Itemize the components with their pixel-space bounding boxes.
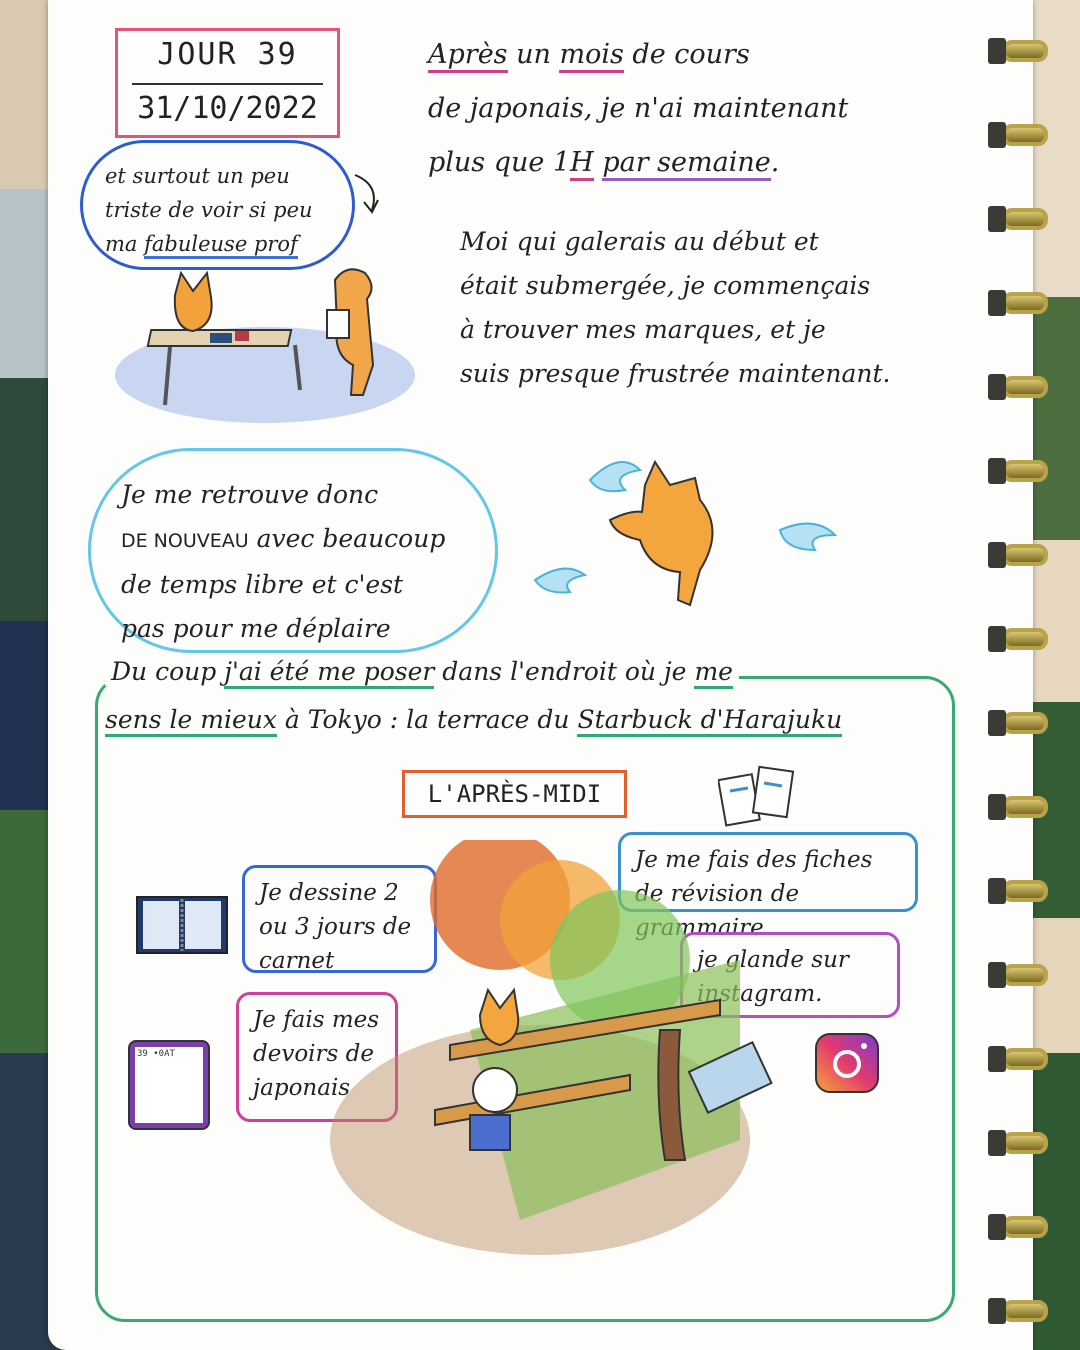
- instagram-icon: [815, 1033, 879, 1093]
- green-word-starbuck: Starbuck d'Harajuku: [577, 705, 843, 737]
- bubble-line: et surtout un peu: [105, 164, 290, 188]
- day-date: 31/10/2022: [137, 91, 318, 126]
- spiral-ring: [1002, 544, 1048, 566]
- green-text-span: dans l'endroit où je: [434, 657, 695, 686]
- cloud-line: de temps libre et c'est: [121, 570, 404, 599]
- bubble-line: ma fabuleuse prof: [105, 227, 330, 261]
- fox-studying-illustration: [115, 268, 415, 423]
- day-divider: [132, 83, 323, 85]
- spiral-ring: [1002, 40, 1048, 62]
- spiral-ring: [1002, 124, 1048, 146]
- binding-hole: [988, 1130, 1006, 1156]
- binding-hole: [988, 1298, 1006, 1324]
- day-number: JOUR 39: [157, 37, 298, 72]
- para2-line: suis presque frustrée maintenant.: [460, 359, 891, 388]
- spiral-ring: [1002, 208, 1048, 230]
- binding-hole: [988, 794, 1006, 820]
- intro-word-h: H: [570, 147, 594, 181]
- spiral-ring: [1002, 1216, 1048, 1238]
- intro-word-apres: Après: [428, 39, 508, 73]
- binding-hole: [988, 626, 1006, 652]
- intro-paragraph: Après un mois de cours de japonais, je n…: [428, 28, 948, 190]
- binding-hole: [988, 374, 1006, 400]
- tablet-homework-icon: 39 •0AT: [128, 1040, 210, 1130]
- spiral-ring: [1002, 796, 1048, 818]
- spiral-ring: [1002, 628, 1048, 650]
- starbucks-terrace-illustration: [330, 840, 773, 1255]
- spiral-ring: [1002, 376, 1048, 398]
- cloud-line: pas pour me déplaire: [121, 614, 391, 643]
- spiral-ring: [1002, 1048, 1048, 1070]
- intro-line-2: de japonais, je n'ai maintenant: [428, 93, 849, 124]
- binding-hole: [988, 710, 1006, 736]
- intro-text: un: [507, 39, 560, 70]
- spiral-binding: [988, 30, 1052, 1330]
- spiral-ring: [1002, 1132, 1048, 1154]
- green-word-poser: j'ai été me poser: [224, 657, 435, 689]
- bubble-fabuleuse-prof: fabuleuse prof: [144, 232, 298, 259]
- intro-word-semaine: par semaine: [602, 147, 771, 181]
- paragraph-frustrated: Moi qui galerais au début et était subme…: [460, 220, 930, 396]
- para2-line: était submergée, je commençais: [460, 271, 871, 300]
- cloud-caps: DE NOUVEAU: [121, 530, 249, 552]
- binding-hole: [988, 206, 1006, 232]
- green-text-span: Du coup: [111, 657, 225, 686]
- afternoon-label: L'APRÈS-MIDI: [402, 770, 627, 818]
- green-word-mieux: sens le mieux: [105, 705, 277, 737]
- flying-fox-illustration: [533, 459, 838, 607]
- spiral-ring: [1002, 1300, 1048, 1322]
- prof-speech-bubble: et surtout un peu triste de voir si peu …: [80, 140, 355, 270]
- spiral-ring: [1002, 292, 1048, 314]
- green-line-2: sens le mieux à Tokyo : la terrace du St…: [105, 696, 945, 744]
- binding-hole: [988, 38, 1006, 64]
- binding-hole: [988, 962, 1006, 988]
- day-box: JOUR 39 31/10/2022: [115, 28, 340, 138]
- cloud-line: DE NOUVEAU avec beaucoup: [121, 517, 465, 563]
- intro-text: plus que 1: [428, 147, 571, 178]
- spiral-ring: [1002, 460, 1048, 482]
- binding-hole: [988, 878, 1006, 904]
- spiral-ring: [1002, 712, 1048, 734]
- intro-word-mois: mois: [559, 39, 624, 73]
- intro-line-1: Après un mois de cours: [428, 28, 948, 82]
- binding-hole: [988, 122, 1006, 148]
- revision-cards-icon: [718, 765, 795, 827]
- tablet-header-text: 39 •0AT: [137, 1049, 175, 1059]
- binding-hole: [988, 290, 1006, 316]
- intro-text: .: [770, 147, 780, 178]
- free-time-cloud: Je me retrouve donc DE NOUVEAU avec beau…: [88, 448, 498, 653]
- bubble-line: triste de voir si peu: [105, 198, 313, 222]
- spiral-ring: [1002, 964, 1048, 986]
- intro-line-3: plus que 1H par semaine.: [428, 136, 948, 190]
- green-line-1: Du coup j'ai été me poser dans l'endroit…: [105, 648, 945, 696]
- binding-hole: [988, 1046, 1006, 1072]
- green-word-me: me: [694, 657, 733, 689]
- starbucks-intro-text: Du coup j'ai été me poser dans l'endroit…: [105, 648, 945, 744]
- spiral-ring: [1002, 880, 1048, 902]
- intro-text: de cours: [623, 39, 750, 70]
- cloud-text: avec beaucoup: [248, 524, 446, 553]
- bubble-text: ma: [105, 232, 145, 256]
- binding-hole: [988, 458, 1006, 484]
- cloud-line: Je me retrouve donc: [121, 480, 379, 509]
- arrow-icon: [354, 174, 379, 214]
- sketchbook-icon: [136, 896, 228, 954]
- para2-line: à trouver mes marques, et je: [460, 315, 826, 344]
- binding-hole: [988, 1214, 1006, 1240]
- tablet-screen: 39 •0AT: [135, 1047, 203, 1123]
- para2-line: Moi qui galerais au début et: [460, 227, 819, 256]
- green-text-span: à Tokyo : la terrace du: [276, 705, 578, 734]
- binding-hole: [988, 542, 1006, 568]
